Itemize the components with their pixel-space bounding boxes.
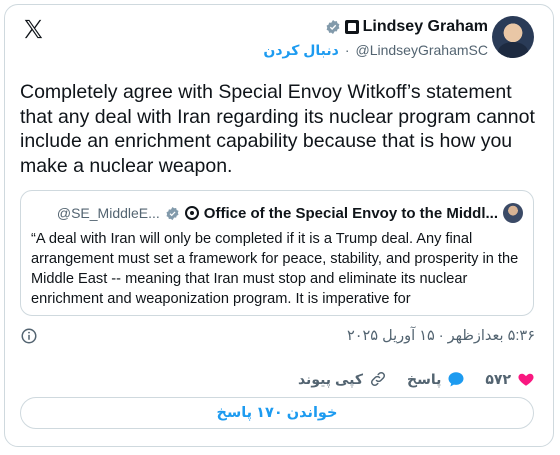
tweet-header: Lindsey Graham دنبال کردن · @LindseyGrah…	[263, 18, 488, 59]
gray-verified-badge-icon	[166, 206, 179, 220]
link-icon	[370, 371, 385, 387]
author-handle[interactable]: @LindseyGrahamSC	[356, 42, 489, 59]
tweet-actions: ۵۷۲ پاسخ کپی پیوند	[20, 367, 535, 391]
x-logo-icon[interactable]	[22, 18, 44, 40]
reply-button[interactable]: پاسخ	[407, 370, 465, 388]
quoted-name: Office of the Special Envoy to the Middl…	[203, 204, 498, 222]
copy-link-label: کپی پیوند	[297, 370, 363, 387]
author-avatar[interactable]	[492, 16, 534, 58]
author-sub-row: دنبال کردن · @LindseyGrahamSC	[263, 42, 488, 59]
heart-icon	[518, 373, 534, 386]
read-replies-button[interactable]: خواندن ۱۷۰ پاسخ	[20, 397, 534, 429]
quoted-handle: @SE_MiddleE...	[56, 205, 160, 221]
tweet-meta: ۵:۳۶ بعدازظهر · ۱۵ آوریل ۲۰۲۵	[20, 325, 535, 347]
quoted-tweet-header: @SE_MiddleE... Office of the Special Env…	[57, 203, 523, 223]
quoted-tweet[interactable]: @SE_MiddleE... Office of the Special Env…	[20, 190, 534, 316]
like-button[interactable]: ۵۷۲	[485, 370, 535, 388]
quoted-avatar	[503, 203, 523, 223]
reply-bubble-icon	[448, 372, 464, 387]
follow-button[interactable]: دنبال کردن	[263, 42, 338, 59]
like-count: ۵۷۲	[485, 370, 511, 387]
copy-link-button[interactable]: کپی پیوند	[298, 370, 387, 388]
reply-label: پاسخ	[406, 370, 442, 387]
gray-verified-badge-icon	[326, 20, 340, 34]
separator-dot: ·	[344, 42, 350, 58]
government-label-icon	[344, 20, 359, 34]
info-icon[interactable]	[20, 327, 38, 345]
tweet-timestamp[interactable]: ۵:۳۶ بعدازظهر · ۱۵ آوریل ۲۰۲۵	[347, 328, 535, 344]
official-seal-icon	[184, 206, 199, 220]
quoted-text: “A deal with Iran will only be completed…	[31, 231, 519, 307]
author-name-row: Lindsey Graham	[263, 18, 488, 36]
tweet-text: Completely agree with Special Envoy Witk…	[20, 81, 535, 177]
author-name[interactable]: Lindsey Graham	[363, 18, 488, 36]
